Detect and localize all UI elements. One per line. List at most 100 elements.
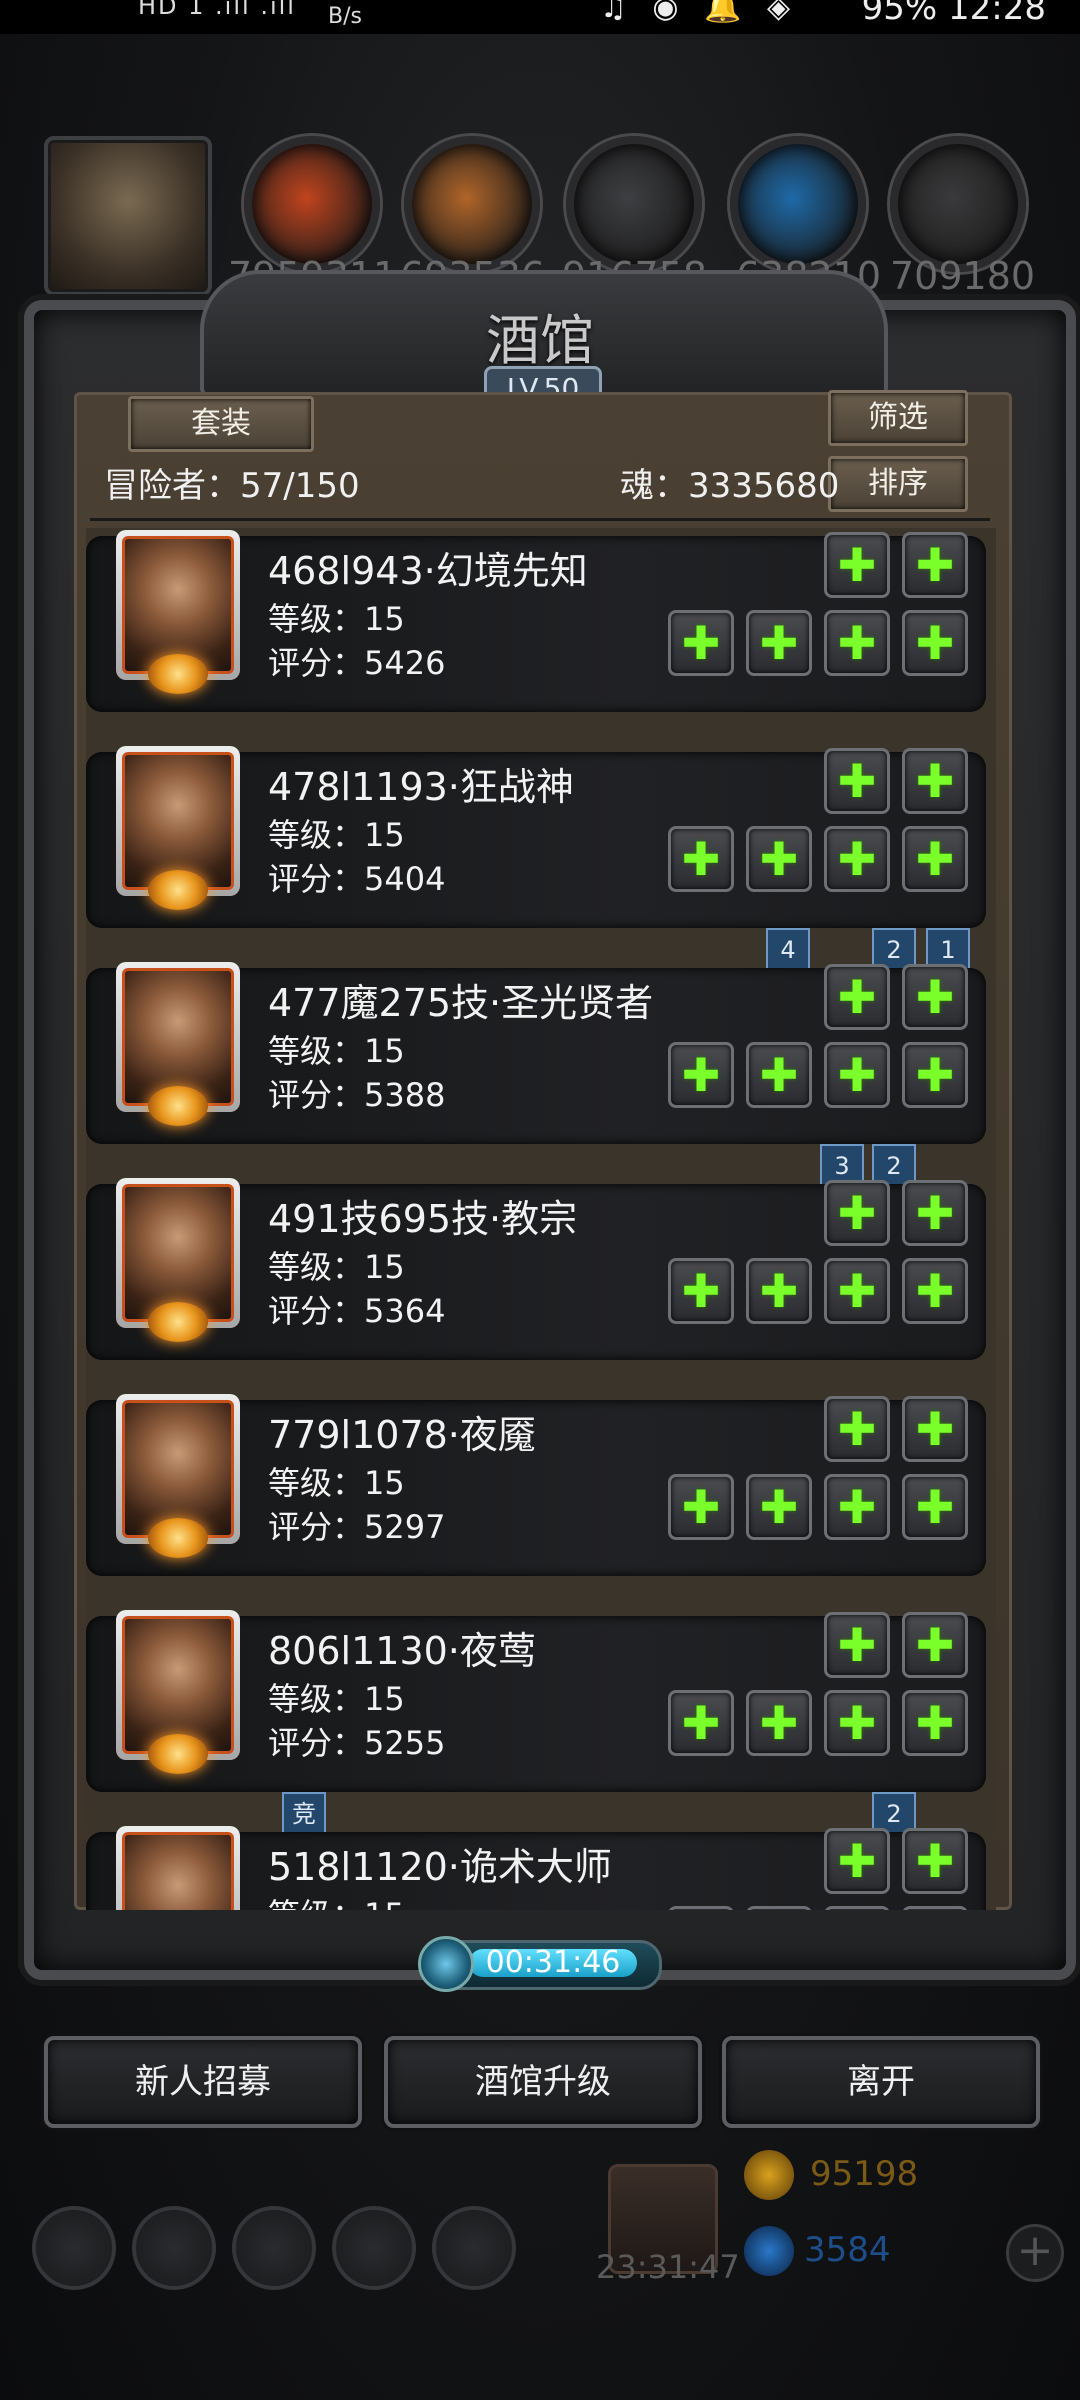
add-equipment-icon: ✚ — [915, 832, 955, 886]
hero-card[interactable]: 468l943·幻境先知 等级：15 评分：5426 ✚ ✚ ✚ ✚ ✚ ✚ — [86, 530, 986, 712]
helmet-slot[interactable]: ✚ — [902, 748, 968, 814]
add-equipment-icon: ✚ — [759, 1480, 799, 1534]
add-equipment-icon: ✚ — [837, 1402, 877, 1456]
armor-slot[interactable]: ✚ — [824, 1180, 890, 1246]
amulet-slot[interactable]: ✚ — [902, 610, 968, 676]
rank-emblem-icon — [148, 1518, 208, 1558]
add-equipment-icon: ✚ — [759, 1696, 799, 1750]
status-bar: HD 1 .ıll .ıll B/s ♫ ◉ 🔔 ◈ 95% 12:28 — [0, 0, 1080, 34]
ring-slot[interactable]: ✚ — [824, 1690, 890, 1756]
gem-icon — [744, 2226, 794, 2276]
hero-name: 477魔275技·圣光贤者 — [268, 981, 654, 1025]
hero-card[interactable]: 806l1130·夜莺 等级：15 评分：5255 ✚ ✚ ✚ ✚ ✚ ✚ — [86, 1610, 986, 1792]
chest-slot[interactable]: ✚ — [746, 610, 812, 676]
add-equipment-icon: ✚ — [915, 1264, 955, 1318]
mail-icon[interactable] — [332, 2206, 416, 2290]
add-equipment-icon: ✚ — [915, 1480, 955, 1534]
amulet-slot[interactable]: ✚ — [902, 1258, 968, 1324]
add-equipment-icon: ✚ — [837, 1264, 877, 1318]
hero-name: 518l1120·诡术大师 — [268, 1845, 612, 1889]
ring-slot[interactable]: ✚ — [824, 826, 890, 892]
add-equipment-icon: ✚ — [671, 1909, 731, 1910]
add-equipment-icon: ✚ — [837, 1618, 877, 1672]
castle-icon[interactable] — [232, 2206, 316, 2290]
armor-slot[interactable]: ✚ — [824, 1396, 890, 1462]
hero-level: 等级：15 — [268, 1464, 405, 1502]
status-icons: ♫ ◉ 🔔 ◈ — [600, 0, 799, 25]
weapon-slot[interactable]: ✚ — [668, 826, 734, 892]
amulet-slot[interactable]: ✚ — [902, 1474, 968, 1540]
hero-score: 评分：5426 — [268, 644, 446, 682]
recruit-button[interactable]: 新人招募 — [44, 2036, 362, 2128]
hero-score: 评分：5404 — [268, 860, 446, 898]
ring-slot[interactable]: ✚ — [824, 610, 890, 676]
hero-card[interactable]: 477魔275技·圣光贤者 等级：15 评分：5388 ✚ ✚ ✚ ✚ ✚ ✚ — [86, 962, 986, 1144]
player-avatar[interactable] — [44, 136, 212, 296]
metal-count: 709180 — [890, 254, 1036, 298]
network-speed: B/s — [328, 4, 362, 29]
add-currency-button[interactable]: + — [1006, 2224, 1064, 2282]
suit-button[interactable]: 套装 — [128, 396, 314, 452]
helmet-slot[interactable]: ✚ — [902, 1180, 968, 1246]
hero-portrait[interactable] — [116, 1826, 240, 1910]
adventurer-count: 冒险者：57/150 — [104, 466, 360, 506]
armor-slot[interactable]: ✚ — [824, 532, 890, 598]
settings-icon[interactable] — [32, 2206, 116, 2290]
hero-face-image — [122, 1832, 234, 1910]
add-equipment-icon: ✚ — [915, 1834, 955, 1888]
rank-emblem-icon — [148, 1086, 208, 1126]
ring-slot[interactable]: ✚ — [824, 1258, 890, 1324]
hero-name: 806l1130·夜莺 — [268, 1629, 536, 1673]
star-icon[interactable] — [132, 2206, 216, 2290]
hero-card[interactable]: 491技695技·教宗 等级：15 评分：5364 ✚ ✚ ✚ ✚ ✚ ✚ — [86, 1178, 986, 1360]
ring-slot[interactable]: ✚ — [824, 1906, 890, 1910]
gem-amount: 3584 — [804, 2230, 891, 2270]
hero-list[interactable]: 468l943·幻境先知 等级：15 评分：5426 ✚ ✚ ✚ ✚ ✚ ✚ 478l1193·狂… — [86, 528, 996, 1910]
hero-name: 478l1193·狂战神 — [268, 765, 574, 809]
armor-slot[interactable]: ✚ — [824, 1828, 890, 1894]
hero-score: 评分：5255 — [268, 1724, 446, 1762]
hero-level: 等级：15 — [268, 600, 405, 638]
chest-slot[interactable]: ✚ — [746, 1906, 812, 1910]
hero-level: 等级：15 — [268, 1680, 405, 1718]
weapon-slot[interactable]: ✚ — [668, 1042, 734, 1108]
chest-slot[interactable]: ✚ — [746, 1474, 812, 1540]
upgrade-button[interactable]: 酒馆升级 — [384, 2036, 702, 2128]
sort-button[interactable]: 排序 — [828, 456, 968, 512]
chest-slot[interactable]: ✚ — [746, 1042, 812, 1108]
ring-slot[interactable]: ✚ — [824, 1042, 890, 1108]
weapon-slot[interactable]: ✚ — [668, 1906, 734, 1910]
chest-slot[interactable]: ✚ — [746, 1258, 812, 1324]
helmet-slot[interactable]: ✚ — [902, 964, 968, 1030]
chest-slot[interactable]: ✚ — [746, 1690, 812, 1756]
ring-slot[interactable]: ✚ — [824, 1474, 890, 1540]
armor-slot[interactable]: ✚ — [824, 964, 890, 1030]
hero-card[interactable]: 779l1078·夜魇 等级：15 评分：5297 ✚ ✚ ✚ ✚ ✚ ✚ — [86, 1394, 986, 1576]
hero-card[interactable]: 518l1120·诡术大师等级：15 ✚ ✚ ✚ ✚ ✚ ✚ — [86, 1826, 986, 1910]
amulet-slot[interactable]: ✚ — [902, 826, 968, 892]
weapon-slot[interactable]: ✚ — [668, 1474, 734, 1540]
add-equipment-icon: ✚ — [759, 832, 799, 886]
helmet-slot[interactable]: ✚ — [902, 532, 968, 598]
weapon-slot[interactable]: ✚ — [668, 1690, 734, 1756]
add-equipment-icon: ✚ — [837, 832, 877, 886]
add-equipment-icon: ✚ — [915, 1186, 955, 1240]
add-equipment-icon: ✚ — [905, 1909, 965, 1910]
armor-slot[interactable]: ✚ — [824, 1612, 890, 1678]
helmet-slot[interactable]: ✚ — [902, 1828, 968, 1894]
amulet-slot[interactable]: ✚ — [902, 1690, 968, 1756]
helmet-slot[interactable]: ✚ — [902, 1612, 968, 1678]
weapon-slot[interactable]: ✚ — [668, 610, 734, 676]
chest-slot[interactable]: ✚ — [746, 826, 812, 892]
hero-card[interactable]: 478l1193·狂战神 等级：15 评分：5404 ✚ ✚ ✚ ✚ ✚ ✚ — [86, 746, 986, 928]
armor-slot[interactable]: ✚ — [824, 748, 890, 814]
filter-button[interactable]: 筛选 — [828, 390, 968, 446]
helmet-slot[interactable]: ✚ — [902, 1396, 968, 1462]
hero-score: 评分：5364 — [268, 1292, 446, 1330]
add-equipment-icon: ✚ — [681, 1264, 721, 1318]
leave-button[interactable]: 离开 — [722, 2036, 1040, 2128]
amulet-slot[interactable]: ✚ — [902, 1906, 968, 1910]
weapon-slot[interactable]: ✚ — [668, 1258, 734, 1324]
amulet-slot[interactable]: ✚ — [902, 1042, 968, 1108]
shield-icon[interactable] — [432, 2206, 516, 2290]
